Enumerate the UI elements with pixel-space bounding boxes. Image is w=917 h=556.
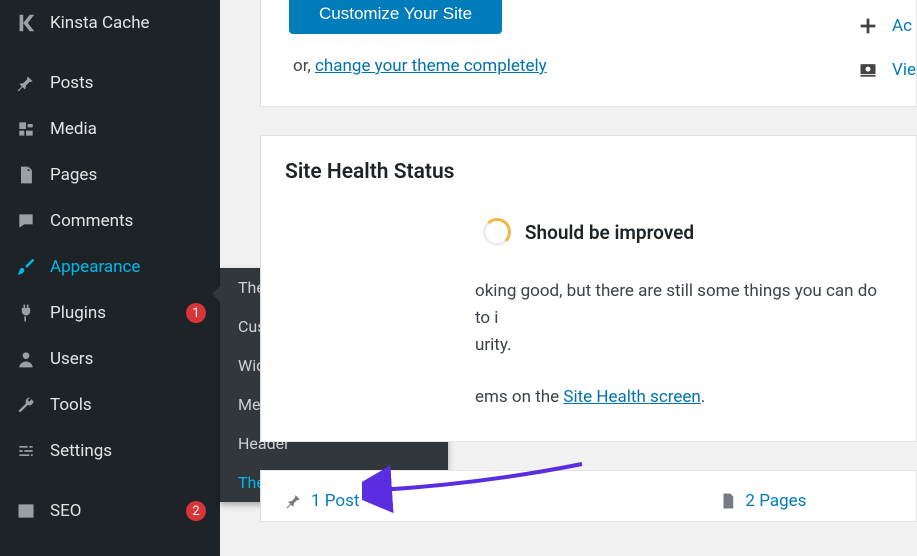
sidebar-item-seo[interactable]: SEO 2 <box>0 488 220 534</box>
comments-icon <box>14 209 38 233</box>
sidebar-item-label: Media <box>50 119 206 139</box>
yoast-icon <box>14 499 38 523</box>
sidebar-item-label: Plugins <box>50 303 178 323</box>
sidebar-item-label: Tools <box>50 395 206 415</box>
pin-icon <box>285 492 303 510</box>
change-theme-link[interactable]: change your theme completely <box>315 56 547 76</box>
sidebar-item-kinsta-cache[interactable]: Kinsta Cache <box>0 0 220 46</box>
or-prefix: or, <box>293 56 315 76</box>
status-indicator-circle <box>483 218 511 246</box>
view-action[interactable]: Vie <box>854 58 916 82</box>
plug-icon <box>14 301 38 325</box>
sidebar-item-posts[interactable]: Posts <box>0 60 220 106</box>
site-health-status-row: Should be improved <box>285 218 892 246</box>
eye-icon <box>854 58 882 82</box>
sidebar-item-settings[interactable]: Settings <box>0 428 220 474</box>
pages-icon <box>14 163 38 187</box>
site-health-body: oking good, but there are still some thi… <box>285 278 892 411</box>
pin-icon <box>14 71 38 95</box>
add-action[interactable]: Ac <box>854 14 916 38</box>
sidebar-item-label: Users <box>50 349 206 369</box>
admin-sidebar: Kinsta Cache Posts Media Pages Comments … <box>0 0 220 556</box>
main-content: Customize Your Site or, change your them… <box>260 0 917 556</box>
add-action-label: Ac <box>892 16 912 36</box>
glance-posts-label: 1 Post <box>311 491 359 511</box>
view-action-label: Vie <box>892 60 916 80</box>
health-body-line2: urity. <box>475 332 892 359</box>
health-body-line1: oking good, but there are still some thi… <box>475 278 892 332</box>
flyout-arrow <box>212 286 220 302</box>
right-actions: Ac Vie <box>854 14 916 102</box>
sidebar-item-label: Appearance <box>50 257 206 277</box>
welcome-panel: Customize Your Site or, change your them… <box>260 0 917 107</box>
sidebar-item-media[interactable]: Media <box>0 106 220 152</box>
sidebar-item-plugins[interactable]: Plugins 1 <box>0 290 220 336</box>
glance-posts[interactable]: 1 Post <box>285 491 359 511</box>
site-health-panel: Site Health Status Should be improved ok… <box>260 135 917 442</box>
sidebar-item-tools[interactable]: Tools <box>0 382 220 428</box>
user-icon <box>14 347 38 371</box>
sidebar-item-label: SEO <box>50 501 178 521</box>
sidebar-item-label: Kinsta Cache <box>50 13 206 33</box>
site-health-status-text: Should be improved <box>525 221 694 244</box>
plus-icon <box>854 14 882 38</box>
media-icon <box>14 117 38 141</box>
sidebar-item-appearance[interactable]: Appearance <box>0 244 220 290</box>
sidebar-item-label: Settings <box>50 441 206 461</box>
glance-pages-label: 2 Pages <box>745 491 806 511</box>
sidebar-item-users[interactable]: Users <box>0 336 220 382</box>
site-health-title: Site Health Status <box>285 160 892 184</box>
sliders-icon <box>14 439 38 463</box>
wrench-icon <box>14 393 38 417</box>
kinsta-k-icon <box>14 11 38 35</box>
sidebar-item-pages[interactable]: Pages <box>0 152 220 198</box>
update-badge: 2 <box>186 501 206 521</box>
brush-icon <box>14 255 38 279</box>
sidebar-item-label: Pages <box>50 165 206 185</box>
update-badge: 1 <box>186 303 206 323</box>
glance-pages[interactable]: 2 Pages <box>719 491 806 511</box>
sidebar-item-label: Comments <box>50 211 206 231</box>
sidebar-item-label: Posts <box>50 73 206 93</box>
at-a-glance-panel: 1 Post 2 Pages <box>260 470 917 522</box>
sidebar-item-comments[interactable]: Comments <box>0 198 220 244</box>
customize-site-button[interactable]: Customize Your Site <box>289 0 502 34</box>
or-change-theme-line: or, change your theme completely <box>293 56 916 76</box>
site-health-screen-link[interactable]: Site Health screen <box>563 387 700 407</box>
pages-icon <box>719 492 737 510</box>
health-body-line3: ems on the Site Health screen. <box>475 384 892 411</box>
